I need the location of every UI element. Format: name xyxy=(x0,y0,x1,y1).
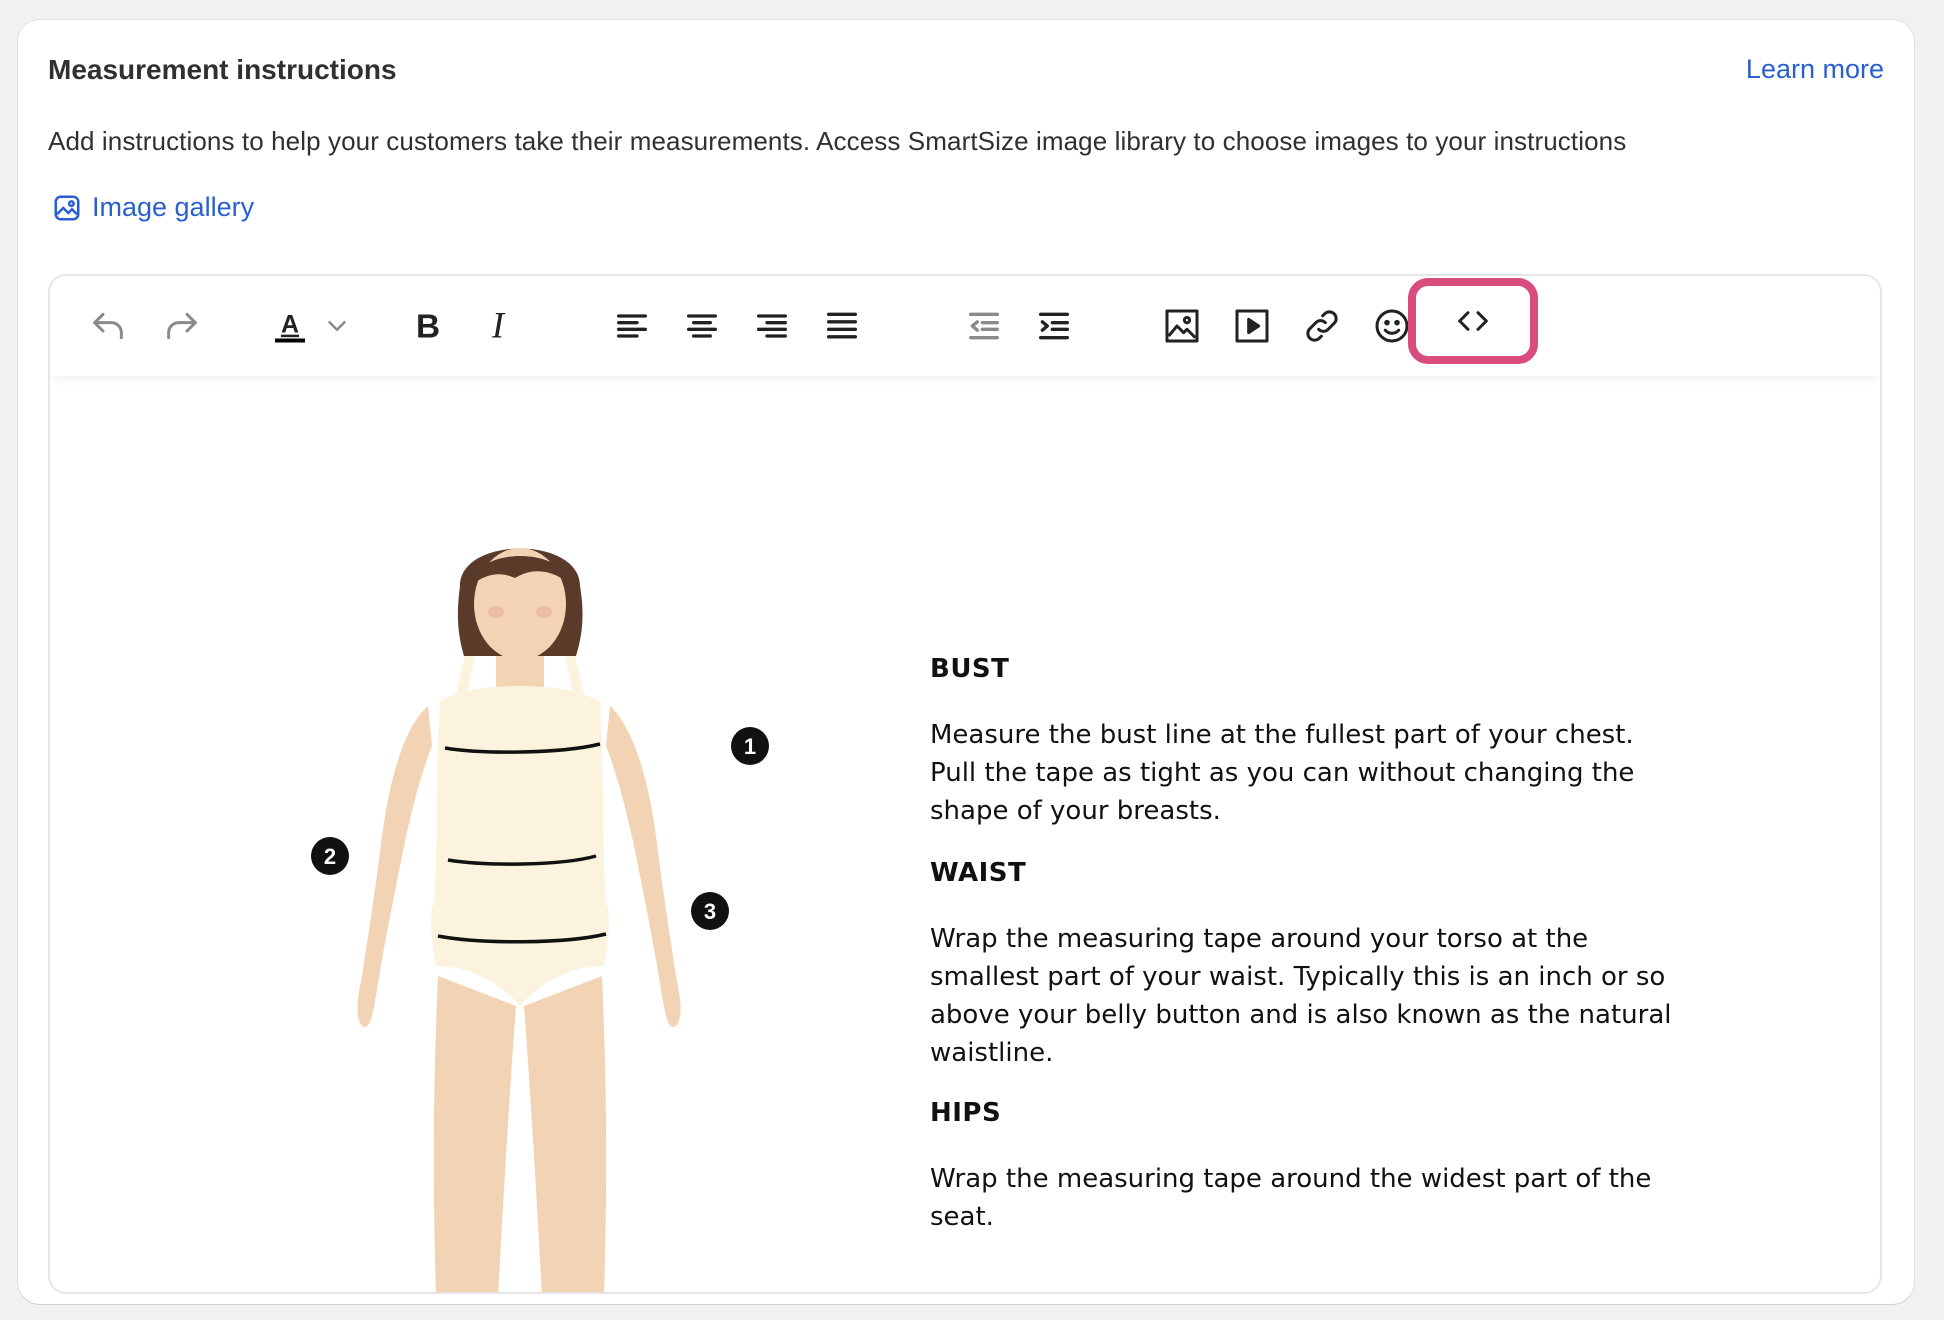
text-color-icon: A xyxy=(275,311,305,343)
indent-button[interactable] xyxy=(1032,304,1076,348)
align-right-button[interactable] xyxy=(750,304,794,348)
outdent-icon xyxy=(969,312,999,340)
code-view-icon xyxy=(1458,311,1488,331)
align-center-icon xyxy=(687,314,717,338)
italic-button[interactable]: I xyxy=(476,304,520,348)
insert-video-button[interactable] xyxy=(1230,304,1274,348)
measurement-figure-illustration: 1 2 3 xyxy=(311,548,769,1292)
align-right-icon xyxy=(757,314,787,338)
code-view-button[interactable] xyxy=(1408,278,1538,364)
text-color-dropdown[interactable] xyxy=(322,304,352,348)
align-justify-icon xyxy=(827,312,857,339)
waist-heading: WAIST xyxy=(930,858,1027,888)
marker-2: 2 xyxy=(311,837,349,875)
card-description: Add instructions to help your customers … xyxy=(48,126,1627,156)
outdent-button[interactable] xyxy=(962,304,1006,348)
image-gallery-link[interactable]: Image gallery xyxy=(52,192,254,223)
insert-video-icon xyxy=(1235,309,1269,343)
marker-3: 3 xyxy=(691,892,729,930)
svg-text:1: 1 xyxy=(744,734,756,759)
editor-toolbar: A B I xyxy=(50,276,1880,376)
svg-text:2: 2 xyxy=(324,844,336,869)
align-left-button[interactable] xyxy=(610,304,654,348)
waist-text: Wrap the measuring tape around your tors… xyxy=(930,924,1672,1068)
undo-icon xyxy=(93,312,123,340)
editor-content[interactable]: 1 2 3 BUST Measure the bust line at the … xyxy=(50,376,1880,1292)
italic-icon: I xyxy=(491,306,506,346)
chevron-down-icon xyxy=(328,321,346,331)
bold-letter: B xyxy=(416,309,440,346)
align-center-button[interactable] xyxy=(680,304,724,348)
marker-1: 1 xyxy=(731,727,769,765)
image-gallery-label: Image gallery xyxy=(92,192,255,222)
image-gallery-icon xyxy=(54,195,80,220)
text-color-letter: A xyxy=(281,311,299,339)
emoji-icon xyxy=(1375,309,1409,343)
italic-letter: I xyxy=(491,306,506,346)
align-left-icon xyxy=(617,314,647,338)
bust-heading: BUST xyxy=(930,654,1010,684)
align-justify-button[interactable] xyxy=(820,304,864,348)
undo-button[interactable] xyxy=(86,304,130,348)
bold-button[interactable]: B xyxy=(406,304,450,348)
rich-text-editor[interactable]: A B I 1 2 3 BUST Measure the bust line a… xyxy=(48,274,1882,1294)
redo-icon xyxy=(167,312,197,340)
card-title: Measurement instructions xyxy=(48,54,397,85)
indent-icon xyxy=(1039,312,1069,340)
measurement-instructions-card: Measurement instructions Learn more Add … xyxy=(18,20,1914,1304)
insert-image-button[interactable] xyxy=(1160,304,1204,348)
bold-icon: B xyxy=(416,309,440,346)
bust-text: Measure the bust line at the fullest par… xyxy=(930,720,1635,826)
hips-heading: HIPS xyxy=(930,1098,1002,1128)
learn-more-link[interactable]: Learn more xyxy=(1746,54,1884,85)
link-icon xyxy=(1306,310,1338,342)
insert-image-icon xyxy=(1165,309,1199,343)
redo-button[interactable] xyxy=(160,304,204,348)
text-color-button[interactable]: A xyxy=(268,304,312,348)
insert-link-button[interactable] xyxy=(1300,304,1344,348)
hips-text: Wrap the measuring tape around the wides… xyxy=(930,1164,1652,1232)
svg-text:3: 3 xyxy=(704,899,716,924)
